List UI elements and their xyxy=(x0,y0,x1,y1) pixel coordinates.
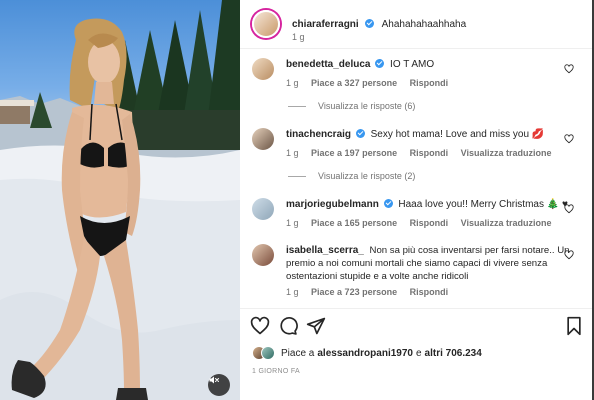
replies-line xyxy=(288,175,306,177)
commenter-username[interactable]: benedetta_deluca xyxy=(286,59,370,70)
author-avatar[interactable] xyxy=(252,10,280,38)
comment-text: IO T AMO xyxy=(390,59,435,70)
liker-username[interactable]: alessandropani1970 xyxy=(317,348,413,359)
comment-icon[interactable] xyxy=(278,316,298,336)
translate-button[interactable]: Visualizza traduzione xyxy=(461,218,552,228)
divider xyxy=(240,308,594,309)
comment-likes-count[interactable]: Piace a 723 persone xyxy=(311,287,397,297)
comment-time: 1 g xyxy=(286,148,299,158)
comment-text: Haaa love you!! Merry Christmas 🎄 ♥ xyxy=(398,199,568,210)
comment-item: marjoriegubelmann Haaa love you!! Merry … xyxy=(252,198,582,238)
share-icon[interactable] xyxy=(306,316,326,336)
commenter-avatar[interactable] xyxy=(252,244,274,266)
comment-likes-count[interactable]: Piace a 165 persone xyxy=(311,218,397,228)
commenter-username[interactable]: isabella_scerra_ xyxy=(286,245,364,256)
like-comment-heart-icon[interactable] xyxy=(564,250,574,260)
comment-likes-count[interactable]: Piace a 197 persone xyxy=(311,148,397,158)
bookmark-icon[interactable] xyxy=(564,316,584,336)
comment-item: isabella_scerra_ Non sa più cosa inventa… xyxy=(252,244,582,304)
view-replies-label: Visualizza le risposte (2) xyxy=(318,171,416,181)
reply-button[interactable]: Rispondi xyxy=(410,287,449,297)
commenter-username[interactable]: tinachencraig xyxy=(286,129,351,140)
view-replies-button[interactable]: Visualizza le risposte (6) xyxy=(288,101,415,111)
reply-button[interactable]: Rispondi xyxy=(410,78,449,88)
reply-button[interactable]: Rispondi xyxy=(410,148,449,158)
like-comment-heart-icon[interactable] xyxy=(564,134,574,144)
post-actions-bar xyxy=(250,314,586,338)
post-video[interactable] xyxy=(0,0,240,400)
comment-time: 1 g xyxy=(286,218,299,228)
likes-middle: e xyxy=(415,347,422,359)
caption-time: 1 g xyxy=(292,32,305,42)
comment-text: Sexy hot mama! Love and miss you 💋 xyxy=(370,129,545,140)
commenter-avatar[interactable] xyxy=(252,58,274,80)
speaker-muted-icon xyxy=(209,376,219,384)
comment-item: tinachencraig Sexy hot mama! Love and mi… xyxy=(252,128,582,168)
comment-likes-count[interactable]: Piace a 327 persone xyxy=(311,78,397,88)
comment-time: 1 g xyxy=(286,78,299,88)
heart-icon[interactable] xyxy=(250,316,270,336)
like-comment-heart-icon[interactable] xyxy=(564,204,574,214)
verified-badge-icon xyxy=(375,59,385,68)
likes-summary: Piace a alessandropani1970 e altri 706.2… xyxy=(252,346,482,360)
post-date[interactable]: 1 GIORNO FA xyxy=(252,368,300,375)
likes-others-count[interactable]: altri 706.234 xyxy=(425,348,482,359)
commenter-username[interactable]: marjoriegubelmann xyxy=(286,199,379,210)
translate-button[interactable]: Visualizza traduzione xyxy=(461,148,552,158)
view-replies-button[interactable]: Visualizza le risposte (2) xyxy=(288,171,415,181)
verified-badge-icon xyxy=(383,199,393,208)
verified-badge-icon xyxy=(355,129,365,138)
view-replies-label: Visualizza le risposte (6) xyxy=(318,101,416,111)
reply-button[interactable]: Rispondi xyxy=(410,218,449,228)
like-comment-heart-icon[interactable] xyxy=(564,64,574,74)
caption-text: Ahahahahaahhaha xyxy=(381,19,467,30)
commenter-avatar[interactable] xyxy=(252,198,274,220)
liker-avatar xyxy=(261,346,275,360)
likes-prefix: Piace a xyxy=(281,347,315,359)
commenter-avatar[interactable] xyxy=(252,128,274,150)
mute-button[interactable] xyxy=(208,374,230,396)
comments-panel: chiaraferragni Ahahahahaahhaha 1 g bened… xyxy=(240,0,594,400)
divider xyxy=(240,48,594,49)
replies-line xyxy=(288,105,306,107)
verified-badge-icon xyxy=(365,19,375,28)
video-frame-illustration xyxy=(0,0,240,400)
author-username[interactable]: chiaraferragni xyxy=(292,19,359,30)
comment-time: 1 g xyxy=(286,287,299,297)
post-viewer: chiaraferragni Ahahahahaahhaha 1 g bened… xyxy=(0,0,594,400)
